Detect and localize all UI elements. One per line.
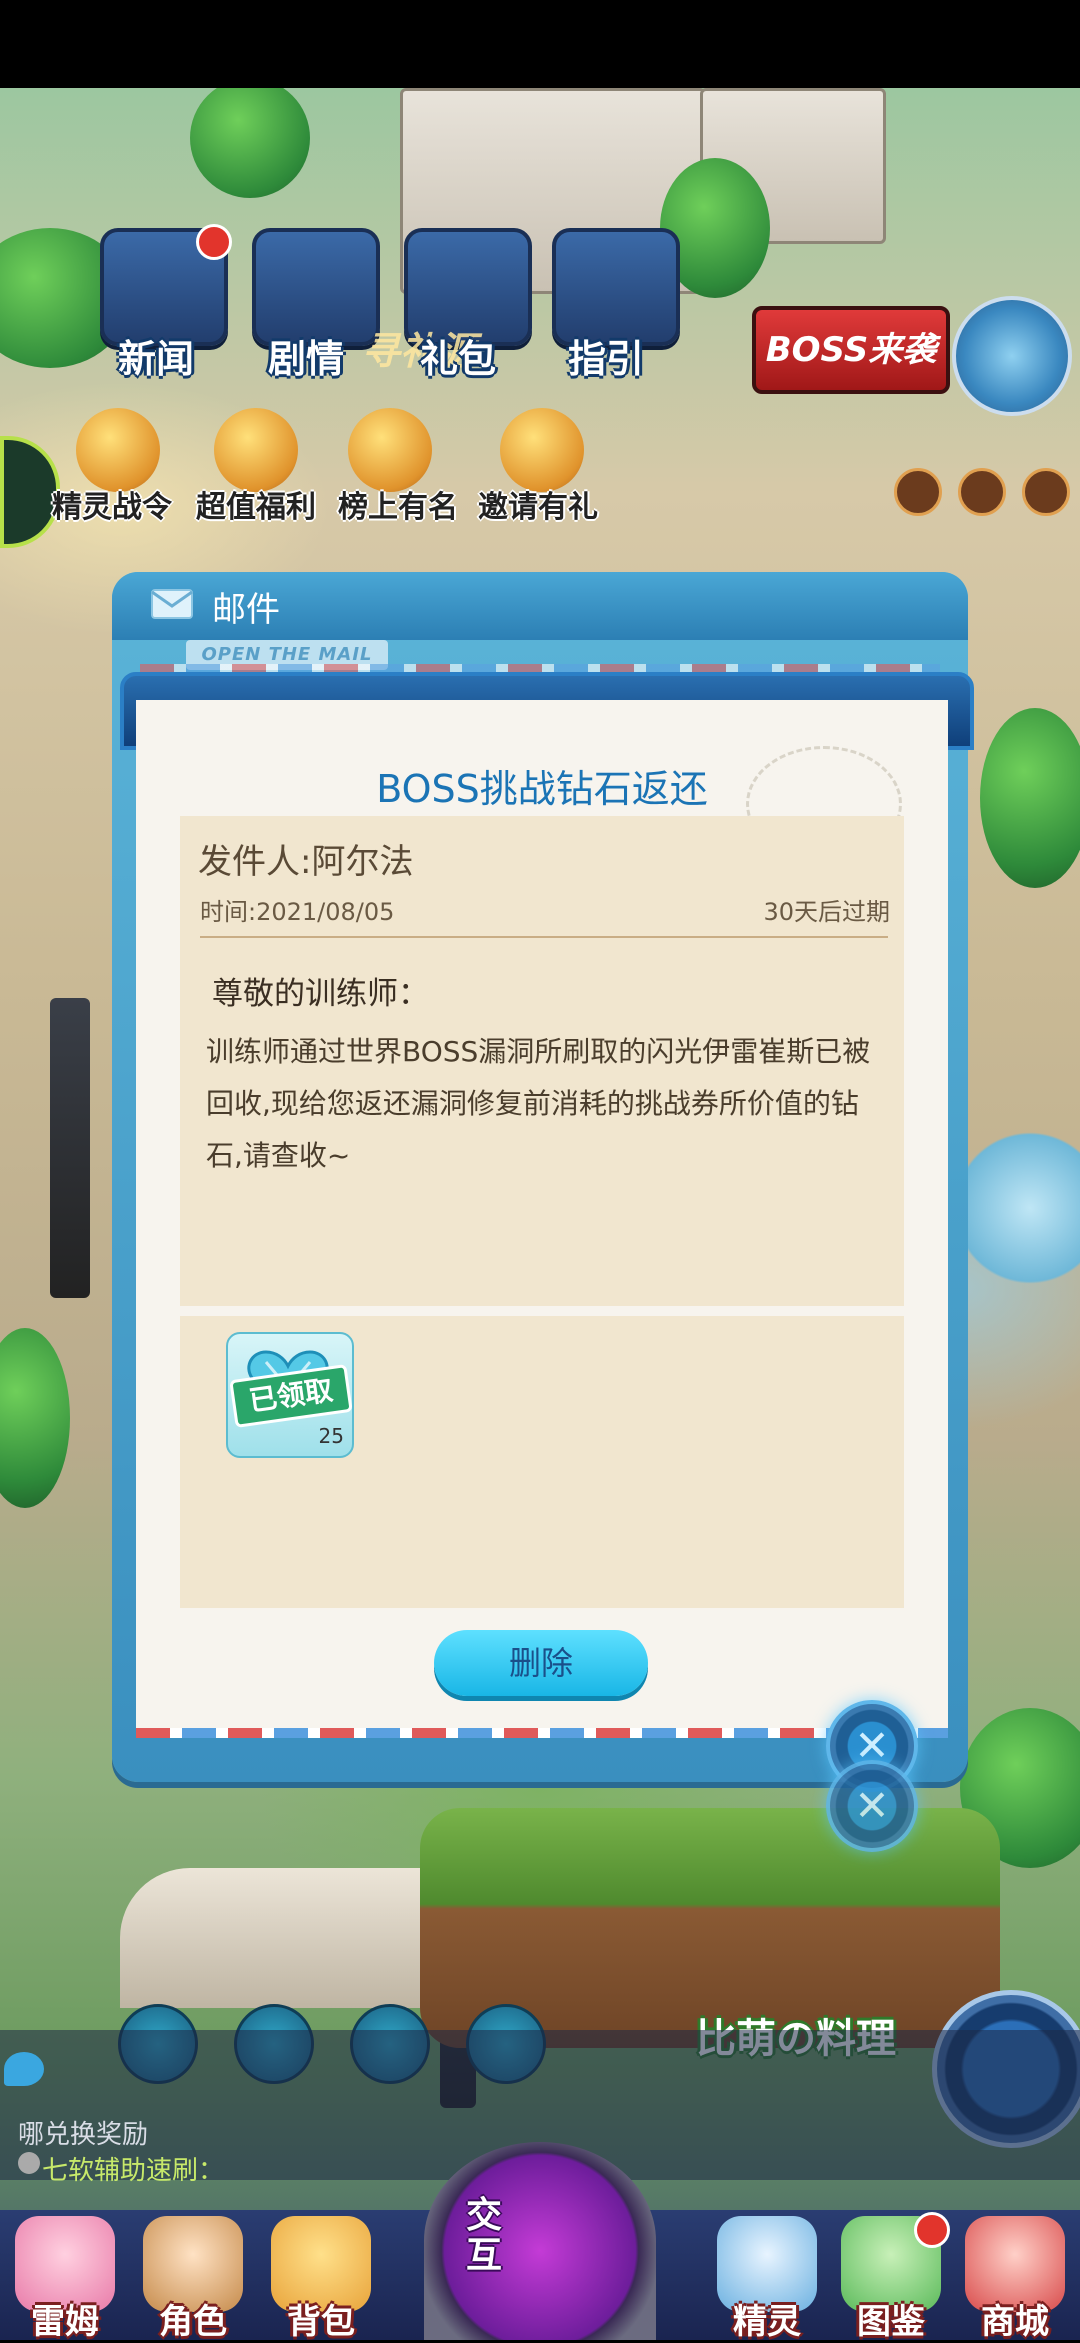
mail-expiry: 30天后过期 (763, 898, 890, 926)
mail-dialog-title: 邮件 (212, 590, 280, 630)
nav-label: 图鉴 (857, 2302, 925, 2342)
fountain-pool (960, 1108, 1080, 1308)
gift-box-icon[interactable] (214, 408, 298, 492)
nav-label: 角色 (159, 2302, 227, 2342)
attachment-count: 25 (318, 1424, 344, 1448)
nav-shop[interactable]: 商城 (950, 2210, 1080, 2342)
notification-badge (196, 224, 232, 260)
tree (0, 1328, 70, 1508)
activity-leaderboard[interactable]: 榜上有名 (338, 482, 458, 526)
lamp-post (50, 998, 90, 1298)
top-menu-guide-label: 指引 (568, 337, 645, 381)
nav-interact-label: 交互 (466, 2195, 503, 2276)
mute-icon[interactable] (894, 468, 942, 516)
mail-subject: BOSS挑战钻石返还 (376, 767, 708, 811)
delete-button[interactable]: 删除 (434, 1630, 648, 1696)
divider (200, 936, 888, 938)
tree (980, 708, 1080, 888)
envelope-icon (151, 589, 193, 619)
hide-icon[interactable] (958, 468, 1006, 516)
notification-badge (914, 2212, 950, 2248)
chat-message: 哪兑换奖励 (18, 2120, 149, 2150)
nav-character[interactable]: 角色 (128, 2210, 258, 2342)
activity-value-welfare[interactable]: 超值福利 (196, 482, 316, 526)
chat-message: 七软辅助速刷： (42, 2156, 225, 2186)
nav-rem[interactable]: 雷姆 (0, 2210, 130, 2342)
mail-body-text: 训练师通过世界BOSS漏洞所刷取的闪光伊雷崔斯已被回收,现给您返还漏洞修复前消耗… (206, 1035, 871, 1172)
airmail-stripe (140, 664, 940, 672)
menu-icon[interactable] (1022, 468, 1070, 516)
nav-label: 精灵 (733, 2302, 801, 2342)
interact-portal-icon[interactable] (424, 2142, 656, 2340)
top-menu-news-label: 新闻 (118, 337, 195, 381)
top-menu-story-label: 剧情 (268, 337, 345, 381)
mail-greeting: 尊敬的训练师： (212, 976, 429, 1012)
nav-spirit[interactable]: 精灵 (702, 2210, 832, 2342)
top-menu-gift-label: 礼包 (420, 337, 497, 381)
boss-banner[interactable]: BOSS来袭 (752, 306, 950, 394)
nav-label: 商城 (981, 2302, 1049, 2342)
activity-invite[interactable]: 邀请有礼 (478, 482, 598, 526)
trophy-icon[interactable] (348, 408, 432, 492)
mail-time: 时间:2021/08/05 (200, 898, 395, 926)
map-location-icon[interactable] (952, 296, 1072, 416)
status-bar (0, 0, 1080, 88)
nav-backpack[interactable]: 背包 (256, 2210, 386, 2342)
battle-pass-icon[interactable] (76, 408, 160, 492)
nav-label: 雷姆 (31, 2302, 99, 2342)
speaker-icon (18, 2152, 40, 2174)
close-icon[interactable]: ✕ (826, 1760, 918, 1852)
tree (190, 88, 310, 198)
activity-battle-pass[interactable]: 精灵战令 (52, 482, 172, 526)
nav-label: 背包 (287, 2302, 355, 2342)
invite-envelope-icon[interactable] (500, 408, 584, 492)
chat-bubble-icon[interactable] (4, 2052, 44, 2086)
mail-sender: 发件人:阿尔法 (198, 842, 414, 882)
